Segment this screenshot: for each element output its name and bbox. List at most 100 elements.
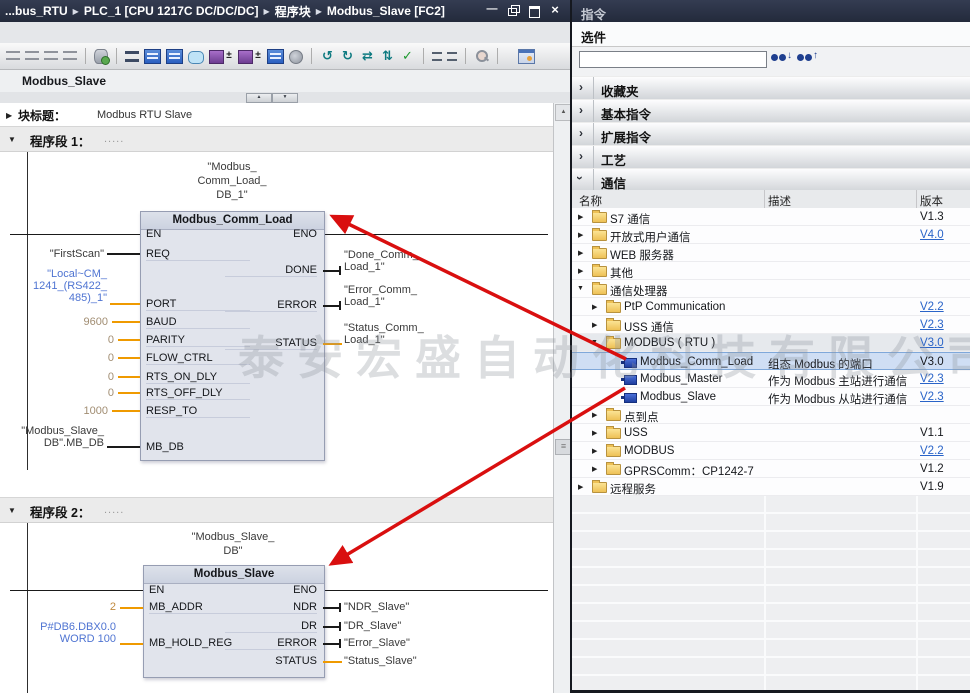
tree-empty-rows bbox=[572, 496, 970, 690]
instruction-search-input[interactable] bbox=[579, 51, 767, 68]
block-title-value[interactable]: Modbus RTU Slave bbox=[97, 109, 192, 121]
download-to-device-icon[interactable]: ⇄ bbox=[360, 48, 375, 64]
block-name[interactable]: Modbus_Slave bbox=[144, 566, 324, 584]
tree-row-remote-services[interactable]: ▶ 远程服务V1.9 bbox=[572, 478, 970, 496]
tree-row-ptp-communication[interactable]: ▶ PtP CommunicationV2.2 bbox=[572, 298, 970, 316]
show-all-networks-icon[interactable] bbox=[125, 48, 139, 64]
section-basic-instructions[interactable]: › 基本指令 bbox=[572, 99, 970, 123]
operand-port[interactable]: "Local~CM_1241_(RS422_485)_1" bbox=[0, 268, 107, 304]
tree-row-point-to-point[interactable]: ▶ 点到点 bbox=[572, 406, 970, 424]
pin-eno: ENO bbox=[225, 584, 317, 596]
network1-comment[interactable]: ..... bbox=[104, 133, 124, 145]
network2-collapse-icon[interactable]: ▼ bbox=[8, 506, 16, 515]
breadcrumb-program-blocks[interactable]: 程序块 bbox=[275, 3, 311, 20]
operand-parity[interactable]: 0 bbox=[0, 334, 114, 346]
operand-baud[interactable]: 9600 bbox=[0, 316, 108, 328]
pin-req: REQ bbox=[146, 248, 250, 261]
compile-icon[interactable]: ✓ bbox=[400, 48, 415, 64]
operand-rts-on[interactable]: 0 bbox=[0, 371, 114, 383]
wire-rts-on bbox=[118, 376, 140, 378]
find-next-icon[interactable]: ↓ bbox=[770, 50, 790, 65]
plus-minus-icon: ± bbox=[254, 48, 262, 64]
instance-db-label[interactable]: "Modbus_Comm_Load_DB_1" bbox=[141, 160, 323, 202]
pin-resp-to: RESP_TO bbox=[146, 405, 250, 418]
panel-title: 指令 bbox=[581, 4, 606, 23]
pin-error: ERROR bbox=[225, 299, 317, 312]
section-communication[interactable]: › 通信 bbox=[572, 168, 970, 192]
tree-row-s7-comm[interactable]: ▶ S7 通信V1.3 bbox=[572, 208, 970, 226]
operand-error[interactable]: "Error_Comm_Load_1" bbox=[344, 284, 417, 308]
tree-row-comm-processors[interactable]: ▼ 通信处理器 bbox=[572, 280, 970, 298]
breadcrumb-project[interactable]: ...bus_RTU bbox=[5, 4, 68, 18]
restore-button[interactable] bbox=[506, 3, 520, 17]
open-branch-icon[interactable] bbox=[44, 48, 58, 64]
operand-done[interactable]: "Done_Comm_Load_1" bbox=[344, 249, 419, 273]
close-branch-icon[interactable] bbox=[63, 48, 77, 64]
network1-collapse-icon[interactable]: ▼ bbox=[8, 135, 16, 144]
show-absolute-operands-icon[interactable] bbox=[238, 50, 253, 64]
settings-icon[interactable] bbox=[289, 50, 303, 64]
wire-req bbox=[107, 253, 140, 255]
tree-row-uss[interactable]: ▶ USSV1.1 bbox=[572, 424, 970, 442]
symbol-info-icon[interactable] bbox=[447, 48, 457, 64]
section-technology[interactable]: › 工艺 bbox=[572, 145, 970, 169]
show-favorites-icon[interactable] bbox=[209, 50, 224, 64]
wire-port bbox=[110, 303, 140, 305]
operand-req[interactable]: "FirstScan" bbox=[0, 248, 104, 260]
wire-ndr bbox=[323, 607, 340, 609]
minimize-button[interactable]: — bbox=[485, 3, 499, 17]
options-row: 选件 bbox=[572, 22, 970, 47]
absolute-info-icon[interactable] bbox=[432, 48, 442, 64]
column-separator bbox=[764, 496, 766, 690]
breadcrumb-block[interactable]: Modbus_Slave [FC2] bbox=[327, 4, 445, 18]
tree-row-gprscomm[interactable]: ▶ GPRSComm：CP1242-7V1.2 bbox=[572, 460, 970, 478]
search-icon[interactable] bbox=[474, 48, 489, 64]
network1-header: ▼ 程序段 1： ..... bbox=[0, 126, 553, 152]
operand-dr[interactable]: "DR_Slave" bbox=[344, 620, 401, 632]
wire-flow bbox=[118, 357, 140, 359]
breadcrumb-arrow-icon: ▶ bbox=[68, 7, 84, 16]
operand-ndr[interactable]: "NDR_Slave" bbox=[344, 601, 409, 613]
operand-flow[interactable]: 0 bbox=[0, 352, 114, 364]
data-block-icon[interactable] bbox=[94, 49, 108, 64]
network2-comment[interactable]: ..... bbox=[104, 504, 124, 516]
tree-row-other[interactable]: ▶ 其他 bbox=[572, 262, 970, 280]
close-button[interactable]: × bbox=[548, 3, 562, 17]
tree-row-modbus-slave[interactable]: Modbus_Slave 作为 Modbus 从站进行通信V2.3 bbox=[572, 388, 970, 406]
network2-header: ▼ 程序段 2： ..... bbox=[0, 497, 553, 523]
pin-done: DONE bbox=[225, 264, 317, 277]
splitter-down-button[interactable]: ▼ bbox=[272, 93, 298, 103]
expand-networks-icon[interactable] bbox=[144, 49, 161, 64]
power-rail bbox=[27, 152, 28, 470]
maximize-button[interactable] bbox=[527, 3, 541, 17]
splitter-up-button[interactable]: ▲ bbox=[246, 93, 272, 103]
insert-network-icon[interactable] bbox=[6, 48, 20, 64]
operand-resp[interactable]: 1000 bbox=[0, 405, 108, 417]
operand-rts-off[interactable]: 0 bbox=[0, 387, 114, 399]
editor-scrollbar[interactable]: ▲ ≡ bbox=[553, 103, 570, 693]
window-layout-icon[interactable] bbox=[518, 49, 535, 64]
tree-row-web-server[interactable]: ▶ WEB 服务器 bbox=[572, 244, 970, 262]
delete-network-icon[interactable] bbox=[25, 48, 39, 64]
operand-mb-db[interactable]: "Modbus_Slave_DB".MB_DB bbox=[0, 425, 104, 449]
block-title-expander-icon[interactable]: ▶ bbox=[6, 111, 12, 120]
redo-icon[interactable]: ↻ bbox=[340, 48, 355, 64]
section-favorites[interactable]: › 收藏夹 bbox=[572, 76, 970, 100]
breadcrumb-arrow-icon: ▶ bbox=[311, 7, 327, 16]
breadcrumb-plc[interactable]: PLC_1 [CPU 1217C DC/DC/DC] bbox=[84, 4, 259, 18]
section-extended-instructions[interactable]: › 扩展指令 bbox=[572, 122, 970, 146]
operand-status[interactable]: "Status_Slave" bbox=[344, 655, 417, 667]
collapse-networks-icon[interactable] bbox=[166, 49, 183, 64]
undo-icon[interactable]: ↺ bbox=[320, 48, 335, 64]
find-previous-icon[interactable]: ↑ bbox=[796, 50, 816, 65]
toolbar-separator bbox=[465, 48, 466, 64]
free-form-comments-icon[interactable] bbox=[267, 49, 284, 64]
operand-mb-addr[interactable]: 2 bbox=[0, 601, 116, 613]
instance-db-label[interactable]: "Modbus_Slave_DB" bbox=[143, 530, 323, 558]
tree-row-open-user-comm[interactable]: ▶ 开放式用户通信V4.0 bbox=[572, 226, 970, 244]
operand-error[interactable]: "Error_Slave" bbox=[344, 637, 410, 649]
operand-mb-hold-reg[interactable]: P#DB6.DBX0.0WORD 100 bbox=[0, 621, 116, 645]
tree-row-modbus[interactable]: ▶ MODBUSV2.2 bbox=[572, 442, 970, 460]
upload-from-device-icon[interactable]: ⇅ bbox=[380, 48, 395, 64]
comments-icon[interactable] bbox=[188, 51, 204, 64]
